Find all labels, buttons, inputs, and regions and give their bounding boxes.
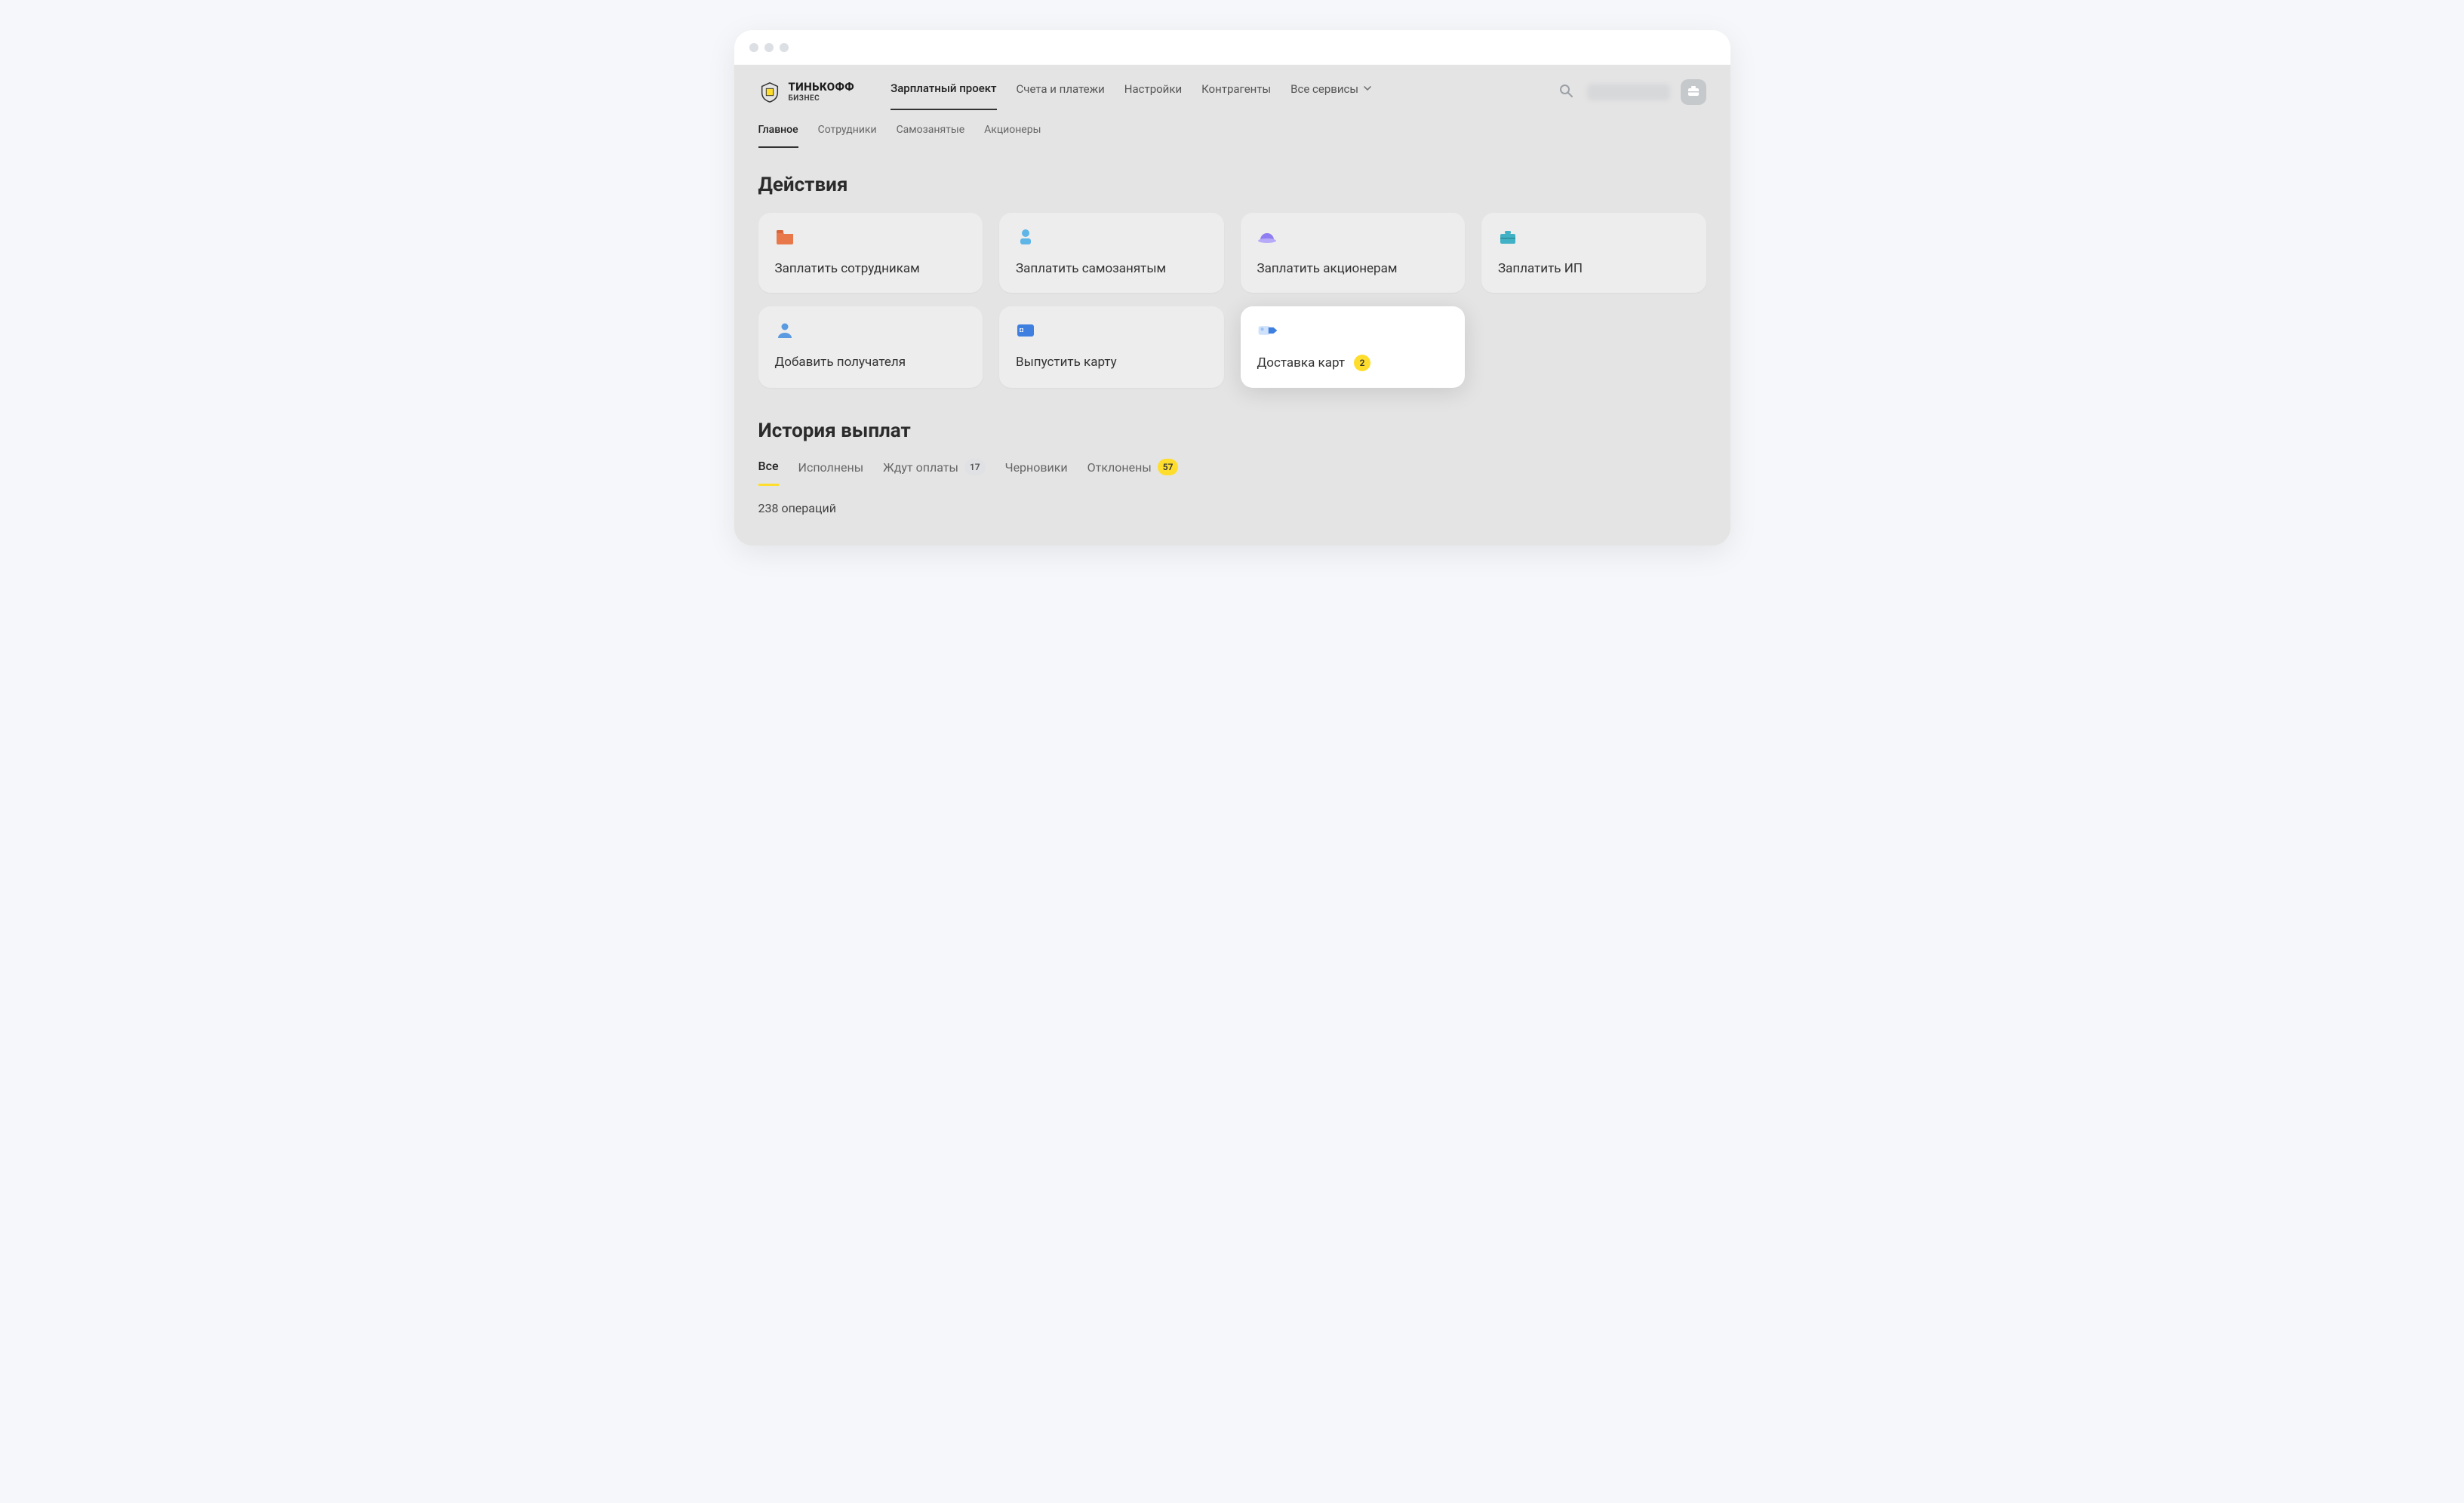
window-controls — [749, 43, 789, 52]
action-label: Заплатить самозанятым — [1016, 261, 1166, 276]
brand-mark-icon — [758, 81, 781, 103]
card-arrow-icon — [1257, 321, 1278, 340]
nav-settings[interactable]: Настройки — [1124, 74, 1182, 110]
action-badge: 2 — [1354, 355, 1370, 371]
history-tab-label: Исполнены — [798, 460, 864, 475]
tab-self-employed[interactable]: Самозанятые — [897, 119, 965, 148]
nav-label: Контрагенты — [1201, 82, 1271, 96]
app-chrome: ТИНЬКОФФ БИЗНЕС Зарплатный проект Счета … — [734, 65, 1730, 546]
history-tab-drafts[interactable]: Черновики — [1005, 460, 1068, 485]
user-chip[interactable] — [1587, 84, 1670, 100]
history-tab-badge: 57 — [1158, 459, 1179, 475]
nav-accounts-payments[interactable]: Счета и платежи — [1017, 74, 1105, 110]
history-tab-all[interactable]: Все — [758, 459, 779, 486]
brand-line1: ТИНЬКОФФ — [789, 81, 855, 93]
person-icon — [775, 321, 796, 340]
nav-counterparties[interactable]: Контрагенты — [1201, 74, 1271, 110]
history-tab-label: Черновики — [1005, 460, 1068, 475]
action-add-recipient[interactable]: Добавить получателя — [758, 306, 983, 388]
operations-count: 238 операций — [758, 501, 1706, 515]
action-label: Заплатить сотрудникам — [775, 261, 920, 276]
brand-text: ТИНЬКОФФ БИЗНЕС — [789, 81, 855, 103]
history-heading: История выплат — [758, 420, 1706, 442]
secondary-nav: Главное Сотрудники Самозанятые Акционеры — [734, 110, 1730, 148]
folder-icon — [775, 228, 796, 246]
briefcase-icon — [1498, 228, 1519, 246]
action-label: Заплатить ИП — [1498, 261, 1583, 276]
tab-employees[interactable]: Сотрудники — [818, 119, 877, 148]
tab-label: Акционеры — [984, 124, 1041, 136]
helmet-icon — [1257, 228, 1278, 246]
tab-label: Главное — [758, 124, 798, 136]
person-badge-icon — [1016, 228, 1037, 246]
briefcase-button[interactable] — [1681, 79, 1706, 105]
history-tab-badge: 17 — [964, 459, 986, 475]
window-maximize-button[interactable] — [780, 43, 789, 52]
history-tab-label: Все — [758, 459, 779, 473]
window-close-button[interactable] — [749, 43, 758, 52]
nav-label: Зарплатный проект — [891, 81, 996, 95]
primary-nav: Зарплатный проект Счета и платежи Настро… — [891, 74, 1533, 110]
action-pay-self-employed[interactable]: Заплатить самозанятым — [999, 213, 1224, 293]
chevron-down-icon — [1363, 82, 1372, 96]
history-tabs: Все Исполнены Ждут оплаты 17 Черновики О… — [758, 459, 1706, 486]
topbar: ТИНЬКОФФ БИЗНЕС Зарплатный проект Счета … — [734, 65, 1730, 110]
action-pay-employees[interactable]: Заплатить сотрудникам — [758, 213, 983, 293]
history-tab-label: Отклонены — [1087, 460, 1152, 475]
history-tab-awaiting-payment[interactable]: Ждут оплаты 17 — [883, 459, 985, 486]
brand-line2: БИЗНЕС — [789, 95, 855, 103]
history-tab-completed[interactable]: Исполнены — [798, 460, 864, 485]
action-pay-shareholders[interactable]: Заплатить акционерам — [1241, 213, 1466, 293]
history-tab-rejected[interactable]: Отклонены 57 — [1087, 459, 1179, 486]
search-icon — [1558, 83, 1573, 101]
nav-all-services[interactable]: Все сервисы — [1290, 74, 1372, 110]
search-button[interactable] — [1555, 81, 1577, 103]
action-label: Добавить получателя — [775, 355, 906, 370]
action-label: Выпустить карту — [1016, 355, 1117, 370]
nav-label: Настройки — [1124, 82, 1182, 96]
actions-heading: Действия — [758, 174, 1706, 196]
window-titlebar — [734, 30, 1730, 65]
action-issue-card[interactable]: Выпустить карту — [999, 306, 1224, 388]
card-plus-icon — [1016, 321, 1037, 340]
nav-label: Счета и платежи — [1017, 82, 1105, 96]
tab-shareholders[interactable]: Акционеры — [984, 119, 1041, 148]
brand-logo[interactable]: ТИНЬКОФФ БИЗНЕС — [758, 81, 855, 103]
briefcase-icon — [1686, 83, 1701, 101]
topbar-right — [1555, 79, 1706, 105]
actions-grid: Заплатить сотрудникам Заплатить самозаня… — [758, 213, 1706, 388]
action-label: Заплатить акционерам — [1257, 261, 1398, 276]
history-tab-label: Ждут оплаты — [883, 460, 958, 475]
action-pay-ip[interactable]: Заплатить ИП — [1481, 213, 1706, 293]
nav-payroll-project[interactable]: Зарплатный проект — [891, 74, 996, 110]
action-label: Доставка карт — [1257, 355, 1346, 370]
tab-main[interactable]: Главное — [758, 119, 798, 148]
window-minimize-button[interactable] — [764, 43, 774, 52]
tab-label: Сотрудники — [818, 124, 877, 136]
tab-label: Самозанятые — [897, 124, 965, 136]
content-area: Действия Заплатить сотрудникам Запла — [734, 148, 1730, 546]
nav-label: Все сервисы — [1290, 82, 1358, 96]
action-card-delivery[interactable]: Доставка карт 2 — [1241, 306, 1466, 388]
app-window: ТИНЬКОФФ БИЗНЕС Зарплатный проект Счета … — [734, 30, 1730, 546]
